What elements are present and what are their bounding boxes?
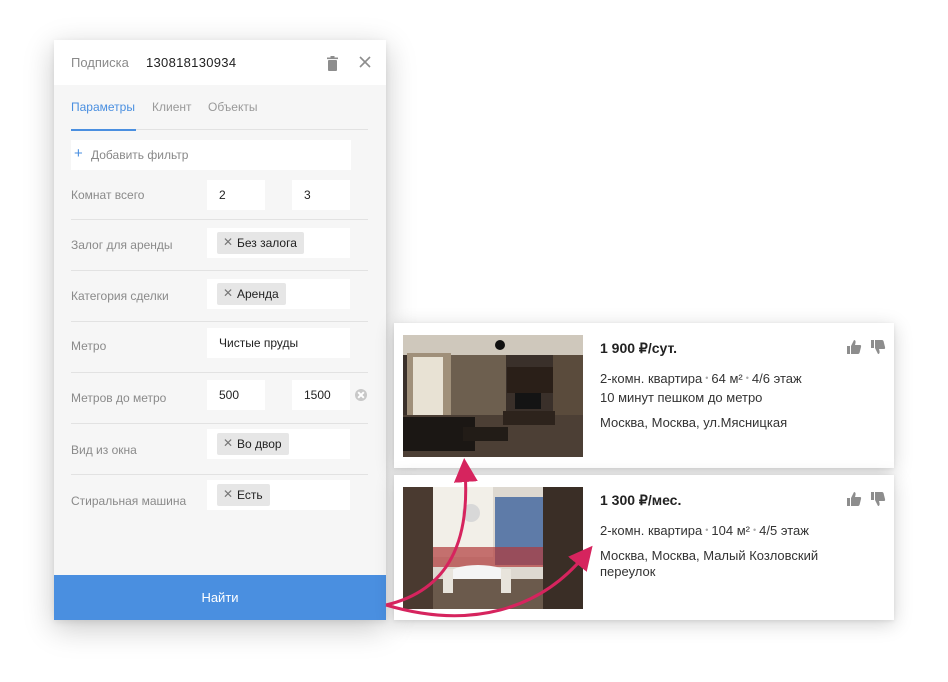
bullet-separator: • bbox=[705, 373, 709, 383]
deposit-label: Залог для аренды bbox=[71, 238, 173, 252]
meters-from-value: 500 bbox=[219, 388, 240, 402]
listing-rooms: 2-комн. квартира bbox=[600, 523, 703, 538]
remove-chip-icon[interactable]: ✕ bbox=[223, 487, 233, 501]
filter-row-rooms: Комнат всего 2 3 bbox=[71, 169, 368, 220]
deposit-chip-label: Без залога bbox=[237, 236, 297, 250]
listing-rooms: 2-комн. квартира bbox=[600, 371, 703, 386]
deal-category-chip-label: Аренда bbox=[237, 287, 279, 301]
filter-row-window-view: Вид из окна ✕ Во двор bbox=[71, 424, 368, 475]
search-button[interactable]: Найти bbox=[54, 575, 386, 620]
tab-bar: Параметры Клиент Объекты bbox=[71, 100, 368, 131]
deal-category-chip: ✕ Аренда bbox=[217, 283, 286, 305]
metro-value: Чистые пруды bbox=[219, 336, 299, 350]
metro-input[interactable]: Чистые пруды bbox=[207, 328, 350, 358]
meters-to-metro-label: Метров до метро bbox=[71, 391, 167, 405]
window-view-label: Вид из окна bbox=[71, 443, 137, 457]
listing-area: 64 м² bbox=[711, 371, 743, 386]
window-view-chip: ✕ Во двор bbox=[217, 433, 289, 455]
washing-machine-select[interactable]: ✕ Есть bbox=[207, 480, 350, 510]
deal-category-select[interactable]: ✕ Аренда bbox=[207, 279, 350, 309]
subscription-panel: Подписка 130818130934 Параметры Клиент О… bbox=[54, 40, 386, 620]
remove-chip-icon[interactable]: ✕ bbox=[223, 286, 233, 300]
remove-chip-icon[interactable]: ✕ bbox=[223, 235, 233, 249]
remove-chip-icon[interactable]: ✕ bbox=[223, 436, 233, 450]
tab-parameters[interactable]: Параметры bbox=[71, 100, 135, 114]
add-filter-button[interactable]: + Добавить фильтр bbox=[71, 140, 351, 170]
listing-floor: 4/5 этаж bbox=[759, 523, 809, 538]
rooms-to-value: 3 bbox=[304, 188, 311, 202]
thumbs-up-icon[interactable] bbox=[846, 491, 862, 507]
washing-machine-chip-label: Есть bbox=[237, 488, 263, 502]
filter-row-deposit: Залог для аренды ✕ Без залога bbox=[71, 220, 368, 271]
washing-machine-label: Стиральная машина bbox=[71, 494, 187, 508]
window-view-select[interactable]: ✕ Во двор bbox=[207, 429, 350, 459]
filter-row-metro: Метро Чистые пруды bbox=[71, 322, 368, 373]
listing-address: Москва, Москва, Малый Козловский переуло… bbox=[600, 548, 819, 579]
window-view-chip-label: Во двор bbox=[237, 437, 282, 451]
listing-details: 2-комн. квартира • 64 м² • 4/6 этаж bbox=[600, 371, 802, 386]
bullet-separator: • bbox=[705, 525, 709, 535]
rooms-to-input[interactable]: 3 bbox=[292, 180, 350, 210]
deposit-select[interactable]: ✕ Без залога bbox=[207, 228, 350, 258]
deposit-chip: ✕ Без залога bbox=[217, 232, 304, 254]
listing-area: 104 м² bbox=[711, 523, 750, 538]
apartment-photo bbox=[403, 487, 583, 609]
listing-card[interactable]: 1 300 ₽/мес. 2-комн. квартира • 104 м² • 4/5… bbox=[394, 475, 894, 620]
tab-client[interactable]: Клиент bbox=[152, 100, 192, 114]
plus-icon: + bbox=[74, 145, 83, 162]
rooms-label: Комнат всего bbox=[71, 188, 145, 202]
filter-row-meters-to-metro: Метров до метро 500 1500 bbox=[71, 373, 368, 424]
stage: Подписка 130818130934 Параметры Клиент О… bbox=[0, 0, 948, 682]
filter-row-washing-machine: Стиральная машина ✕ Есть bbox=[71, 475, 368, 526]
subscription-id: 130818130934 bbox=[146, 55, 237, 70]
thumbs-up-icon[interactable] bbox=[846, 339, 862, 355]
filter-row-deal-category: Категория сделки ✕ Аренда bbox=[71, 271, 368, 322]
deal-category-label: Категория сделки bbox=[71, 289, 169, 303]
listing-price: 1 300 ₽/мес. bbox=[600, 492, 682, 508]
panel-header: Подписка 130818130934 bbox=[54, 40, 386, 85]
thumbs-down-icon[interactable] bbox=[870, 339, 886, 355]
close-icon[interactable] bbox=[357, 54, 373, 70]
rooms-from-value: 2 bbox=[219, 188, 226, 202]
active-tab-indicator bbox=[71, 129, 136, 131]
listing-details: 2-комн. квартира • 104 м² • 4/5 этаж bbox=[600, 523, 809, 538]
clear-icon[interactable] bbox=[355, 389, 367, 401]
meters-to-value: 1500 bbox=[304, 388, 331, 402]
listing-price: 1 900 ₽/сут. bbox=[600, 340, 677, 356]
bullet-separator: • bbox=[745, 373, 749, 383]
tab-objects[interactable]: Объекты bbox=[208, 100, 258, 114]
bullet-separator: • bbox=[753, 525, 757, 535]
thumbs-down-icon[interactable] bbox=[870, 491, 886, 507]
meters-from-input[interactable]: 500 bbox=[207, 380, 265, 410]
listing-card[interactable]: 1 900 ₽/сут. 2-комн. квартира • 64 м² • 4/6 … bbox=[394, 323, 894, 468]
metro-label: Метро bbox=[71, 339, 107, 353]
add-filter-label: Добавить фильтр bbox=[91, 148, 189, 162]
washing-machine-chip: ✕ Есть bbox=[217, 484, 270, 506]
listing-floor: 4/6 этаж bbox=[751, 371, 802, 386]
subscription-label: Подписка bbox=[71, 55, 129, 70]
trash-icon[interactable] bbox=[326, 56, 339, 71]
apartment-photo bbox=[403, 335, 583, 457]
listing-address: Москва, Москва, ул.Мясницкая bbox=[600, 415, 788, 430]
rooms-from-input[interactable]: 2 bbox=[207, 180, 265, 210]
listing-walk-time: 10 минут пешком до метро bbox=[600, 390, 763, 405]
meters-to-input[interactable]: 1500 bbox=[292, 380, 350, 410]
